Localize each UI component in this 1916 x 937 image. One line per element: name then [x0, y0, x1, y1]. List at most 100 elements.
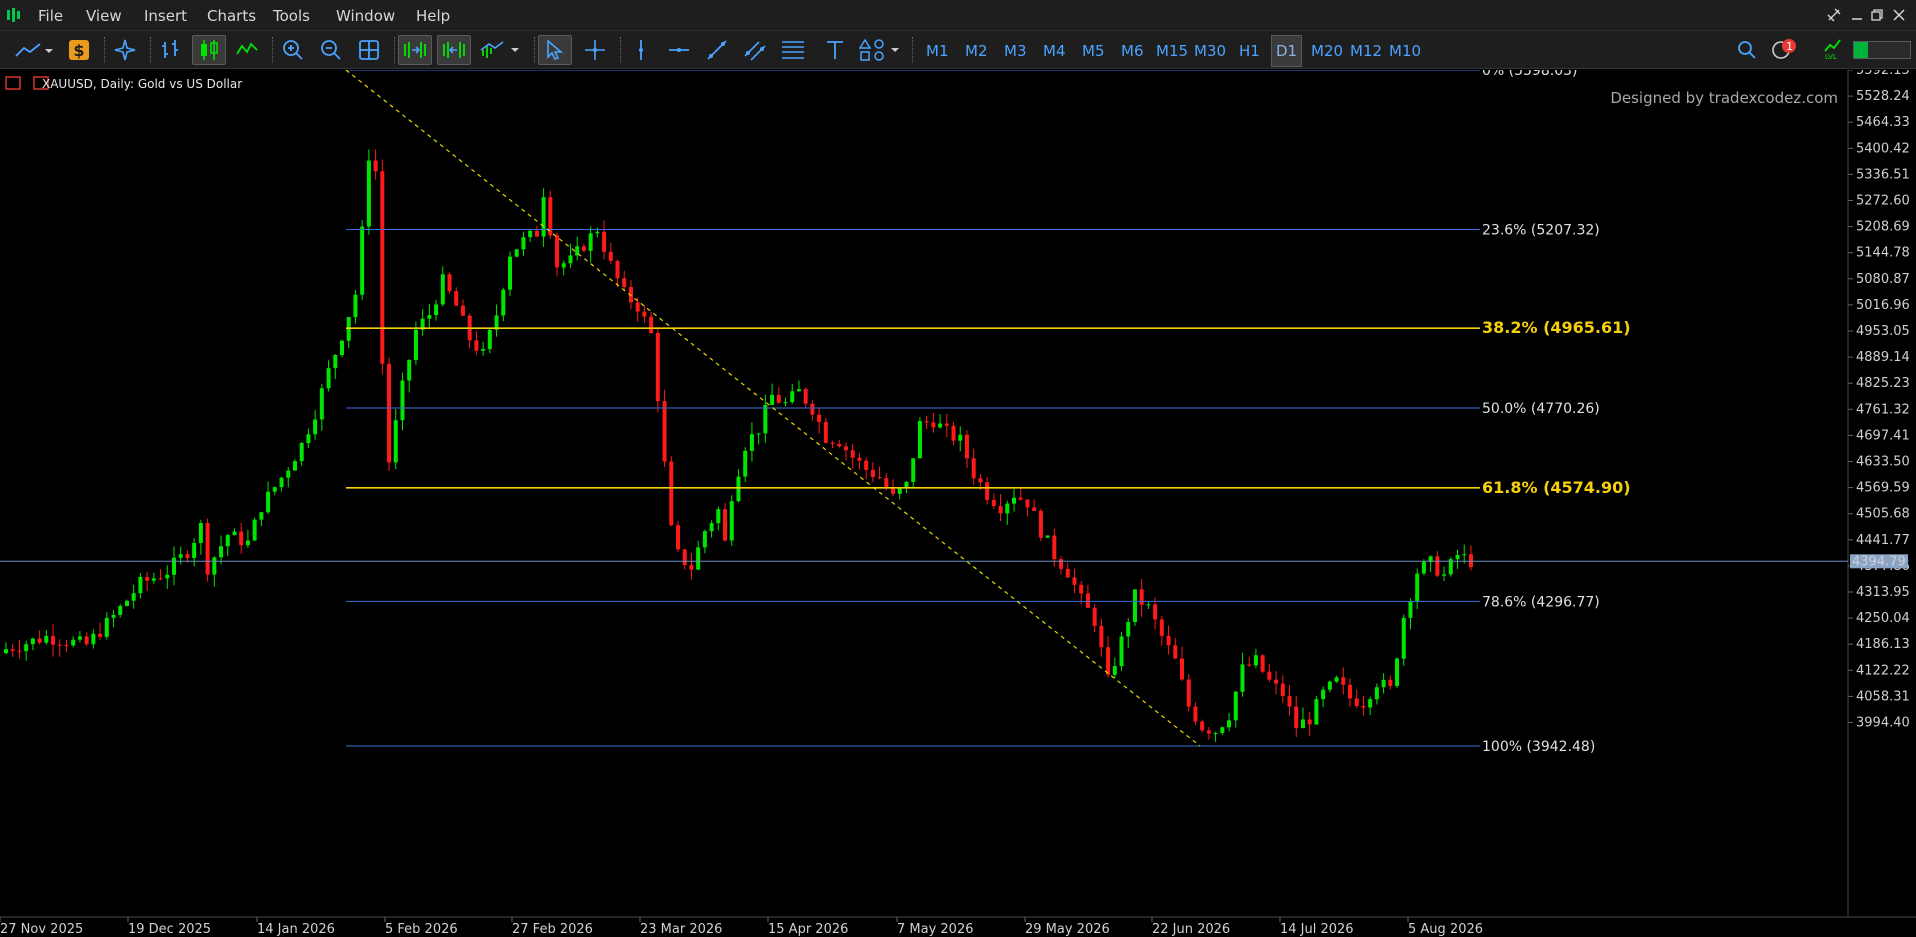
- price-tick-label: 5592.15: [1856, 70, 1910, 78]
- shapes-dropdown[interactable]: [858, 35, 904, 65]
- candle-body: [77, 636, 82, 640]
- timeframe-m5[interactable]: M5: [1082, 42, 1105, 60]
- fibonacci-icon: [782, 41, 804, 59]
- candle-body: [1065, 568, 1070, 578]
- menu-view[interactable]: View: [86, 7, 122, 25]
- toolbar-separator: [912, 37, 914, 63]
- auto-scroll-button[interactable]: [398, 35, 432, 65]
- indicators-dropdown[interactable]: [478, 35, 524, 65]
- restore-icon[interactable]: [1870, 8, 1884, 22]
- candle-body: [796, 389, 801, 392]
- toolbar-separator: [150, 37, 152, 63]
- level-button[interactable]: LVL: [1818, 35, 1848, 65]
- menu-help[interactable]: Help: [416, 7, 450, 25]
- signal-strength-bar: [1853, 41, 1911, 59]
- date-tick-label: 5 Aug 2026: [1408, 922, 1483, 937]
- chart-icon-red: [5, 76, 21, 90]
- timeframe-d1[interactable]: D1: [1271, 35, 1303, 67]
- pin-icon[interactable]: [1826, 7, 1842, 23]
- cursor-button[interactable]: [538, 35, 572, 65]
- candle-body: [568, 255, 573, 264]
- search-button[interactable]: [1730, 35, 1764, 65]
- candle-body: [205, 523, 210, 575]
- chart-window[interactable]: XAUUSD, Daily: Gold vs US Dollar Designe…: [0, 70, 1916, 937]
- menu-charts[interactable]: Charts: [207, 7, 256, 25]
- candle-body: [158, 578, 163, 580]
- price-tick-label: 5080.87: [1856, 272, 1910, 287]
- close-icon[interactable]: [1892, 8, 1906, 22]
- dollar-icon: $: [69, 40, 89, 60]
- timeframe-m30[interactable]: M30: [1194, 42, 1226, 60]
- text-icon: [827, 41, 843, 59]
- candle-body: [232, 531, 237, 536]
- toolbar-separator: [394, 37, 396, 63]
- candlestick-button[interactable]: [192, 35, 226, 65]
- zoom-in-button[interactable]: [276, 35, 310, 65]
- timeframe-m20[interactable]: M20: [1311, 42, 1343, 60]
- candle-body: [1267, 671, 1272, 680]
- timeframe-m3[interactable]: M3: [1004, 42, 1027, 60]
- channel-button[interactable]: [738, 35, 772, 65]
- fibonacci-button[interactable]: [776, 35, 810, 65]
- timeframe-h1[interactable]: H1: [1239, 42, 1260, 60]
- candle-body: [1079, 584, 1084, 594]
- candle-body: [1038, 510, 1043, 538]
- date-tick-label: 27 Feb 2026: [512, 922, 593, 937]
- notifications-button[interactable]: 1: [1768, 35, 1802, 65]
- price-tick-label: 5144.78: [1856, 246, 1910, 261]
- price-tick-label: 4122.22: [1856, 663, 1910, 678]
- candle-body: [1341, 677, 1346, 685]
- timeframe-m12[interactable]: M12: [1350, 42, 1382, 60]
- price-chart[interactable]: XAUUSD, Daily: Gold vs US Dollar Designe…: [0, 70, 1916, 937]
- trading-button[interactable]: $: [62, 35, 96, 65]
- candle-body: [1227, 720, 1232, 728]
- menu-insert[interactable]: Insert: [144, 7, 187, 25]
- candle-body: [4, 649, 8, 654]
- candle-body: [380, 171, 385, 364]
- candle-body: [1442, 574, 1447, 576]
- candle-body: [1314, 699, 1319, 725]
- candle-body: [104, 617, 109, 637]
- candle-body: [1401, 617, 1406, 659]
- chart-shift-button[interactable]: [437, 35, 471, 65]
- date-tick-label: 27 Nov 2025: [0, 922, 83, 937]
- candle-body: [1200, 721, 1205, 731]
- candle-body: [1173, 645, 1178, 659]
- ai-assistant-button[interactable]: [108, 35, 142, 65]
- candle-body: [971, 458, 976, 479]
- candle-body: [1045, 535, 1050, 538]
- timeframe-m10[interactable]: M10: [1389, 42, 1421, 60]
- bar-chart-button[interactable]: [154, 35, 188, 65]
- crosshair-button[interactable]: [578, 35, 612, 65]
- timeframe-m2[interactable]: M2: [965, 42, 988, 60]
- date-tick-label: 15 Apr 2026: [768, 922, 848, 937]
- candle-body: [958, 434, 963, 441]
- text-button[interactable]: [818, 35, 852, 65]
- line-chart-button[interactable]: [230, 35, 264, 65]
- notification-count: 1: [1786, 40, 1793, 53]
- tile-windows-button[interactable]: [352, 35, 386, 65]
- timeframe-m1[interactable]: M1: [926, 42, 949, 60]
- chart-type-dropdown[interactable]: [12, 35, 56, 65]
- candle-body: [413, 329, 418, 360]
- timeframe-m15[interactable]: M15: [1156, 42, 1188, 60]
- menu-window[interactable]: Window: [336, 7, 395, 25]
- candle-body: [1166, 635, 1171, 646]
- menu-file[interactable]: File: [38, 7, 63, 25]
- candle-body: [131, 593, 136, 601]
- horizontal-line-button[interactable]: [662, 35, 696, 65]
- candle-body: [319, 388, 324, 420]
- fibonacci-retracement[interactable]: 0% (5598.03) 23.6% (5207.32) 38.2% (4965.6…: [346, 70, 1631, 755]
- candle-body: [299, 443, 304, 462]
- price-tick-label: 4186.13: [1856, 637, 1910, 652]
- zoom-out-button[interactable]: [314, 35, 348, 65]
- price-tick-label: 4505.68: [1856, 507, 1910, 522]
- candle-body: [635, 302, 640, 312]
- candle-body: [272, 487, 277, 492]
- timeframe-m6[interactable]: M6: [1121, 42, 1144, 60]
- timeframe-m4[interactable]: M4: [1043, 42, 1066, 60]
- minimize-icon[interactable]: [1850, 8, 1864, 22]
- trendline-button[interactable]: [700, 35, 734, 65]
- vertical-line-button[interactable]: [624, 35, 658, 65]
- menu-tools[interactable]: Tools: [273, 7, 310, 25]
